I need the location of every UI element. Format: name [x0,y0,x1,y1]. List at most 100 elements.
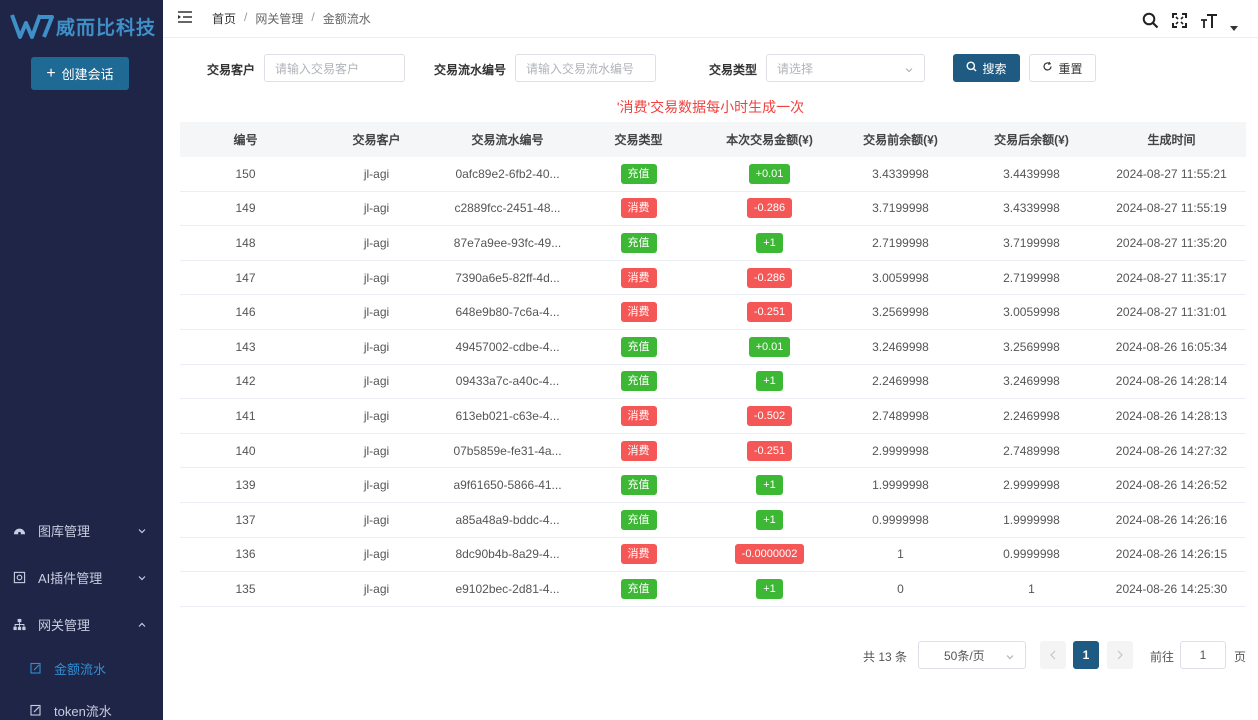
cell-after: 3.4339998 [1003,201,1060,216]
font-size-icon[interactable] [1200,12,1218,32]
cell-amount: -0.251 [704,440,835,461]
cell-time: 2024-08-27 11:55:19 [1116,201,1227,216]
cell-time: 2024-08-26 14:28:13 [1115,408,1228,423]
cell-type: 消费 [573,405,704,426]
menu-fold-icon[interactable] [177,10,193,27]
column-header-before: 交易前余额(¥) [863,133,938,147]
cell-id: 150 [235,166,256,181]
cell-type: 充值 [573,509,704,530]
cell-time: 2024-08-27 11:31:01 [1116,305,1227,320]
cell-customer: jl-agi [363,408,390,423]
cell-time: 2024-08-26 16:05:34 [1115,339,1228,354]
fullscreen-icon[interactable] [1171,12,1188,32]
filter-bar: 交易客户 请输入交易客户 交易流水编号 请输入交易流水编号 交易类型 请选择 搜… [163,54,1258,82]
type-tag: 充值 [620,232,657,253]
cell-before: 3.7199998 [872,201,929,216]
cell-type: 充值 [573,475,704,496]
cell-after: 0.9999998 [1003,547,1060,562]
user-dropdown-caret-icon[interactable] [1230,20,1238,35]
customer-label: 交易客户 [207,63,256,77]
next-page-button[interactable] [1107,641,1133,669]
cell-time: 2024-08-27 11:35:17 [1116,270,1227,285]
table-row: 135 jl-agi e9102bec-2d81-4... 充值 +1 0 1 2024-08… [180,572,1246,607]
search-button[interactable]: 搜索 [953,54,1020,82]
prev-page-button[interactable] [1040,641,1066,669]
sidebar-item-ai-plugin[interactable]: AI插件管理 [0,554,163,600]
type-tag: 充值 [620,371,657,392]
brand-logo[interactable]: 威而比科技 [10,10,156,42]
cell-type: 充值 [573,163,704,184]
pagination-total: 共 13 条 [863,650,908,664]
cell-customer: jl-agi [363,581,390,596]
cell-before: 0.9999998 [872,512,929,527]
cell-amount: -0.251 [704,302,835,323]
cell-time: 2024-08-27 11:55:21 [1116,166,1227,181]
cell-time: 2024-08-26 14:25:30 [1115,581,1228,596]
sidebar-subitem-token-flow[interactable]: token流水 [0,689,163,720]
table-row: 143 jl-agi 49457002-cdbe-4... 充值 +0.01 3.2469… [180,330,1246,365]
type-tag: 消费 [620,198,657,219]
pagination: 共 13 条 50条/页 1 前往 1 页 [163,641,1258,669]
goto-page-input[interactable]: 1 [1180,641,1226,669]
sidebar-subitem-label: token流水 [54,703,112,719]
cell-serial: 8dc90b4b-8a29-4... [455,547,560,562]
cell-type: 消费 [573,440,704,461]
cell-customer: jl-agi [363,166,390,181]
type-tag: 充值 [620,509,657,530]
sidebar-item-gateway[interactable]: 网关管理 [0,601,163,647]
table-row: 136 jl-agi 8dc90b4b-8a29-4... 消费 -0.0000002 1… [180,538,1246,573]
page-size-select[interactable]: 50条/页 [918,641,1026,669]
plugin-icon [12,570,26,584]
sidebar-item-label: AI插件管理 [38,570,103,586]
cell-time: 2024-08-26 14:26:15 [1115,547,1228,562]
cell-serial: 613eb021-c63e-4... [455,408,560,423]
table-row: 148 jl-agi 87e7a9ee-93fc-49... 充值 +1 2.719999… [180,226,1246,261]
cell-after: 3.0059998 [1003,305,1060,320]
amount-tag: +0.01 [748,163,791,184]
cell-after: 3.2469998 [1003,374,1060,389]
cell-customer: jl-agi [363,374,390,389]
breadcrumb-home[interactable]: 首页 [212,10,236,27]
create-session-button[interactable]: + 创建会话 [31,57,129,90]
sidebar-subitem-label: 金额流水 [54,661,107,677]
table-row: 140 jl-agi 07b5859e-fe31-4a... 消费 -0.251 2.99… [180,434,1246,469]
cell-time: 2024-08-26 14:27:32 [1115,443,1228,458]
serial-input[interactable]: 请输入交易流水编号 [515,54,656,82]
customer-input[interactable]: 请输入交易客户 [264,54,405,82]
cell-amount: -0.0000002 [704,544,835,565]
cell-id: 141 [235,408,256,423]
search-icon[interactable] [1142,12,1159,32]
cell-after: 3.7199998 [1003,235,1060,250]
amount-tag: -0.251 [746,440,793,461]
cell-amount: -0.502 [704,405,835,426]
header-tools [1142,8,1238,35]
breadcrumb: 首页 / 网关管理 / 金额流水 [212,10,371,27]
cell-before: 2.9999998 [872,443,929,458]
cell-customer: jl-agi [363,339,390,354]
cell-id: 139 [235,478,256,493]
page-number-current[interactable]: 1 [1073,641,1099,669]
sidebar-subitem-amount-flow[interactable]: 金额流水 [0,647,163,689]
search-icon [966,61,977,75]
refresh-icon [1042,61,1053,75]
type-select[interactable]: 请选择 [766,54,925,82]
cell-customer: jl-agi [363,547,390,562]
chevron-down-icon [137,571,147,586]
amount-tag: -0.0000002 [734,544,805,565]
sidebar-item-gallery[interactable]: 图库管理 [0,507,163,553]
cell-id: 149 [235,201,256,216]
cell-customer: jl-agi [363,443,390,458]
dashboard-icon [12,523,26,537]
cell-type: 充值 [573,232,704,253]
cell-id: 147 [235,270,256,285]
sidebar-item-label: 网关管理 [38,617,91,633]
cell-id: 146 [235,305,256,320]
cell-after: 2.7199998 [1003,270,1060,285]
edit-icon [30,662,42,674]
reset-button[interactable]: 重置 [1029,54,1096,82]
cell-after: 2.9999998 [1003,478,1060,493]
goto-label: 前往 [1150,650,1175,664]
cell-type: 消费 [573,302,704,323]
page-suffix-label: 页 [1234,650,1247,664]
page-size-value: 50条/页 [944,648,985,663]
